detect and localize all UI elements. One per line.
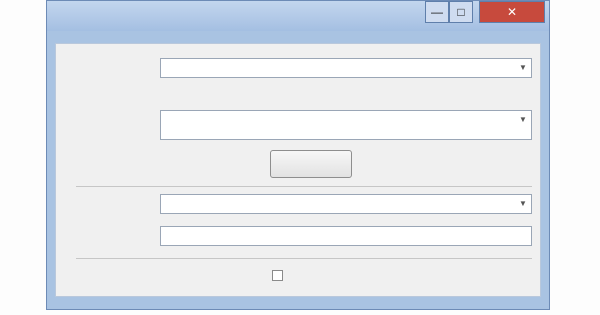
minimize-button[interactable]: —: [425, 1, 449, 23]
chevron-down-icon[interactable]: ▼: [519, 115, 527, 125]
chevron-down-icon[interactable]: ▼: [519, 199, 527, 209]
window-title: [107, 8, 407, 22]
section-divider: [76, 186, 532, 187]
option-checkbox[interactable]: [272, 270, 283, 281]
row3-label: [76, 126, 156, 140]
close-button[interactable]: ✕: [479, 1, 545, 23]
maximize-icon: □: [457, 5, 465, 19]
row4-combobox[interactable]: ▼: [160, 194, 532, 214]
row5-label: [76, 230, 156, 244]
maximize-button[interactable]: □: [449, 1, 473, 23]
action-button[interactable]: [270, 150, 352, 178]
row3-combobox[interactable]: ▼: [160, 110, 532, 140]
close-icon: ✕: [506, 5, 518, 19]
dialog-content: ▼ ▼ ▼: [55, 43, 541, 297]
minimize-icon: —: [431, 5, 443, 19]
section-divider: [76, 258, 532, 259]
row1-label: [76, 62, 156, 76]
row2-label: [76, 94, 156, 108]
row5-input[interactable]: [160, 226, 532, 246]
row2-value-field: [160, 90, 532, 110]
row4-label: [76, 198, 156, 212]
row1-combobox[interactable]: ▼: [160, 58, 532, 78]
dialog-window: — □ ✕ ▼ ▼ ▼: [46, 0, 550, 310]
chevron-down-icon[interactable]: ▼: [519, 63, 527, 73]
title-bar[interactable]: — □ ✕: [47, 1, 549, 31]
